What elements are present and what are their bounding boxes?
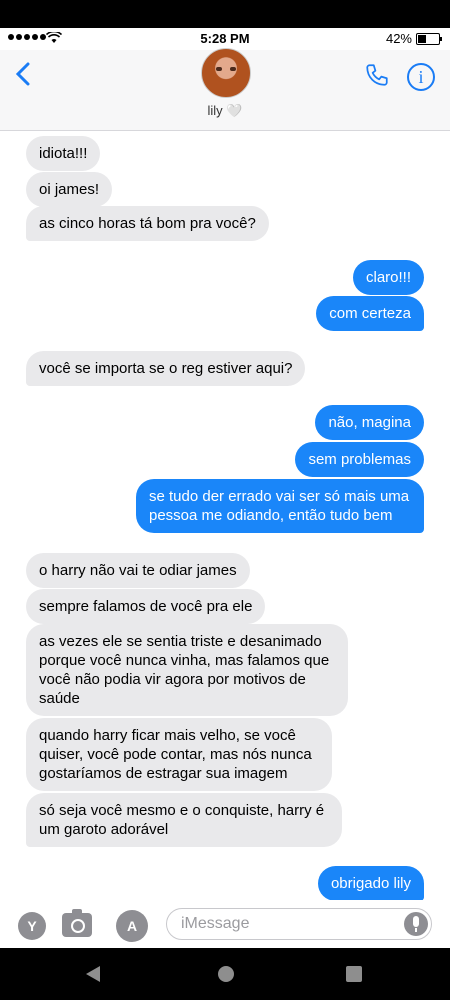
message-incoming[interactable]: as vezes ele se sentia triste e desanima…: [26, 624, 348, 716]
input-placeholder: iMessage: [181, 915, 250, 932]
nav-home-icon[interactable]: [218, 966, 234, 982]
info-icon[interactable]: i: [407, 63, 435, 91]
message-outgoing[interactable]: claro!!!: [352, 260, 424, 295]
nav-recents-icon[interactable]: [346, 966, 362, 982]
back-chevron-icon[interactable]: [12, 62, 36, 86]
battery-percent: 42%: [385, 31, 412, 46]
message-outgoing[interactable]: se tudo der errado vai ser só mais uma p…: [136, 479, 424, 533]
message-thread[interactable]: idiota!!! oi james! as cinco horas tá bo…: [0, 131, 450, 901]
system-top-bar: [0, 0, 450, 28]
mic-icon[interactable]: [404, 912, 428, 936]
conversation-header: lily 🤍 i: [0, 48, 450, 131]
contact-avatar[interactable]: [201, 48, 251, 98]
camera-icon[interactable]: [62, 909, 92, 937]
message-incoming[interactable]: sempre falamos de você pra ele: [26, 589, 266, 624]
message-incoming[interactable]: as cinco horas tá bom pra você?: [26, 206, 269, 241]
message-incoming[interactable]: oi james!: [26, 172, 113, 207]
contact-name[interactable]: lily 🤍: [0, 103, 450, 119]
message-outgoing[interactable]: com certeza: [316, 296, 424, 331]
battery-icon: [416, 33, 442, 45]
message-outgoing[interactable]: sem problemas: [295, 442, 424, 477]
message-incoming[interactable]: idiota!!!: [26, 136, 101, 171]
message-incoming[interactable]: só seja você mesmo e o conquiste, harry …: [26, 793, 342, 847]
app-store-icon[interactable]: A: [116, 910, 148, 942]
android-nav-bar: [0, 948, 450, 1000]
phone-icon[interactable]: [364, 62, 390, 88]
message-outgoing[interactable]: não, magina: [315, 405, 424, 440]
status-bar: 5:28 PM 42%: [0, 28, 450, 50]
yahoo-app-button[interactable]: Y: [18, 912, 46, 940]
imessage-input[interactable]: iMessage: [166, 908, 432, 940]
message-incoming[interactable]: o harry não vai te odiar james: [26, 553, 250, 588]
clock: 5:28 PM: [200, 31, 250, 46]
nav-back-icon[interactable]: [86, 966, 100, 982]
message-incoming[interactable]: quando harry ficar mais velho, se você q…: [26, 718, 332, 791]
message-outgoing[interactable]: obrigado lily: [317, 866, 424, 901]
message-incoming[interactable]: você se importa se o reg estiver aqui?: [26, 351, 306, 386]
message-composer: Y A iMessage: [0, 900, 450, 948]
